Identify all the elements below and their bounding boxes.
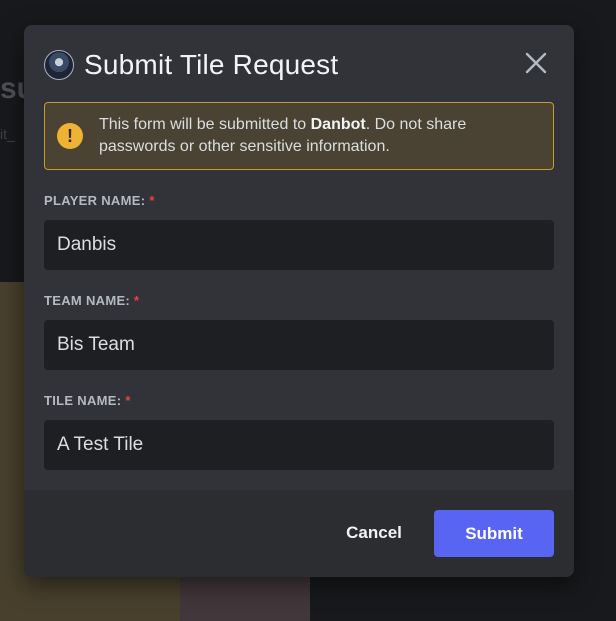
modal-footer: Cancel Submit [24, 490, 574, 577]
player-name-label: PLAYER NAME: * [44, 193, 155, 208]
modal-header: Submit Tile Request [44, 49, 338, 81]
privacy-notice: ! This form will be submitted to Danbot.… [44, 102, 554, 170]
team-name-input[interactable] [44, 320, 554, 370]
notice-text: This form will be submitted to Danbot. D… [99, 114, 539, 158]
notice-text-before: This form will be submitted to [99, 116, 311, 133]
cancel-button[interactable]: Cancel [328, 510, 420, 556]
required-indicator: * [134, 293, 140, 308]
close-icon[interactable] [524, 51, 548, 75]
player-name-input[interactable] [44, 220, 554, 270]
required-indicator: * [149, 193, 155, 208]
tile-name-label-text: TILE NAME: [44, 393, 122, 408]
tile-name-input[interactable] [44, 420, 554, 470]
warning-icon: ! [57, 123, 83, 149]
modal-title: Submit Tile Request [84, 49, 339, 80]
tile-name-label: TILE NAME: * [44, 393, 131, 408]
submit-button[interactable]: Submit [434, 510, 554, 557]
notice-app-name: Danbot [310, 116, 366, 133]
team-name-label-text: TEAM NAME: [44, 293, 131, 308]
background-subtext: it_ [0, 126, 15, 142]
team-name-label: TEAM NAME: * [44, 293, 139, 308]
player-name-label-text: PLAYER NAME: [44, 193, 146, 208]
required-indicator: * [125, 393, 131, 408]
submit-tile-request-modal: Submit Tile Request ! This form will be … [24, 25, 574, 577]
user-avatar-icon [44, 50, 74, 80]
